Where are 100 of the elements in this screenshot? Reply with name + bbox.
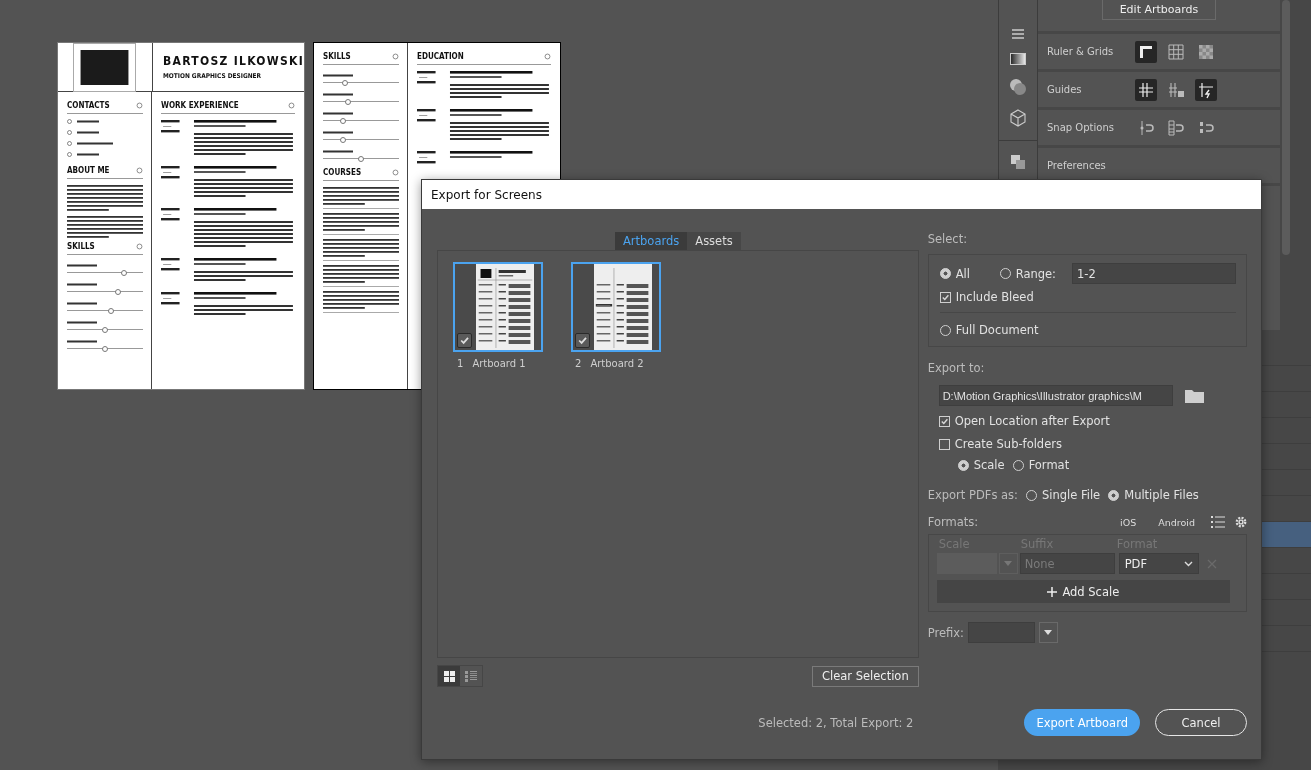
- add-scale-button[interactable]: Add Scale: [936, 580, 1230, 603]
- chevron-icon: [1183, 560, 1193, 567]
- radio-label[interactable]: All: [955, 266, 970, 281]
- radio-label[interactable]: Range:: [1015, 266, 1056, 281]
- contact-icon: [67, 141, 72, 146]
- ruler-toggle[interactable]: [1135, 40, 1157, 63]
- edit-artboards-button[interactable]: Edit Artboards: [1102, 0, 1216, 20]
- artboard-name[interactable]: Artboard 2: [590, 358, 644, 369]
- radio-label[interactable]: Single File: [1041, 488, 1101, 502]
- settings-icon[interactable]: [1235, 516, 1247, 528]
- select-label: Select:: [927, 232, 969, 246]
- checkbox[interactable]: [457, 333, 472, 348]
- artboard-number: 1: [457, 358, 464, 369]
- skill-name-drawing: [323, 131, 353, 134]
- radio-label[interactable]: Full Document: [955, 323, 1039, 337]
- prefix-label: Prefix:: [927, 625, 964, 640]
- smart-guides-toggle[interactable]: [1195, 78, 1217, 101]
- radio-button[interactable]: [1108, 489, 1120, 501]
- checkmark-icon: [940, 292, 950, 302]
- artboard-name[interactable]: Artboard 1: [472, 358, 526, 369]
- panel-section-label[interactable]: Ruler & Grids: [1047, 46, 1135, 57]
- checkbox-label[interactable]: Open Location after Export: [954, 414, 1110, 428]
- cube-icon[interactable]: [1010, 109, 1026, 127]
- caret-icon: [1004, 561, 1013, 566]
- radio-button[interactable]: [957, 459, 969, 471]
- clear-selection-button[interactable]: Clear Selection: [811, 665, 919, 687]
- contact-icon: [67, 130, 72, 135]
- section-heading: EDUCATION: [417, 52, 464, 61]
- skill-name-drawing: [67, 302, 97, 305]
- checkbox[interactable]: [575, 333, 590, 348]
- section-icon: [136, 102, 143, 109]
- skill-name-drawing: [67, 283, 97, 286]
- skill-name-drawing: [323, 150, 353, 153]
- section-heading: COURSES: [323, 168, 362, 177]
- guides-toggle[interactable]: [1135, 78, 1157, 101]
- section-icon: [392, 169, 399, 176]
- checkmark-icon: [577, 335, 588, 346]
- grid-icon: [443, 670, 455, 682]
- skill-name-drawing: [323, 112, 353, 115]
- overlapping-circles-icon[interactable]: [1009, 78, 1027, 96]
- formats-label: Formats:: [927, 515, 979, 529]
- gradient-icon[interactable]: [1010, 53, 1026, 65]
- dialog-title: Export for Screens: [431, 187, 542, 202]
- section-icon: [288, 102, 295, 109]
- section-heading: ABOUT ME: [67, 166, 110, 175]
- panel-section-label[interactable]: Snap Options: [1047, 122, 1135, 133]
- caret-icon: [1044, 630, 1053, 635]
- skill-name-drawing: [67, 321, 97, 324]
- section-heading: SKILLS: [323, 52, 351, 61]
- panel-section-label[interactable]: Guides: [1047, 84, 1135, 95]
- radio-label[interactable]: Multiple Files: [1124, 488, 1199, 502]
- contact-text-drawing: [77, 142, 113, 145]
- tab[interactable]: Assets: [687, 232, 741, 250]
- preset-button[interactable]: Android: [1152, 516, 1201, 528]
- preset-button[interactable]: iOS: [1114, 516, 1143, 528]
- skill-name-drawing: [323, 74, 353, 77]
- list-icon[interactable]: [1211, 516, 1225, 528]
- lock-guides-icon: [1167, 80, 1185, 99]
- contact-icon: [67, 119, 72, 124]
- checkmark-icon: [939, 416, 949, 426]
- contact-icon: [67, 152, 72, 157]
- radio-button[interactable]: [939, 268, 951, 279]
- section-icon: [392, 53, 399, 60]
- layers-icon[interactable]: [1010, 154, 1026, 170]
- grid-view-button[interactable]: [438, 666, 460, 686]
- section-icon: [136, 167, 143, 174]
- range-field[interactable]: 1-2: [1072, 263, 1236, 284]
- section-heading: WORK EXPERIENCE: [161, 101, 239, 110]
- skill-name-drawing: [323, 93, 353, 96]
- grid-icon: [1167, 42, 1185, 61]
- export-status-text: Selected: 2, Total Export: 2: [758, 715, 914, 730]
- resume-name: BARTOSZ ILKOWSKI: [163, 54, 304, 68]
- prefix-dropdown-button[interactable]: [1038, 622, 1058, 643]
- tab[interactable]: Artboards: [614, 232, 688, 250]
- folder-icon[interactable]: [1184, 388, 1204, 403]
- export-pdfs-label: Export PDFs as:: [927, 488, 1018, 502]
- section-heading: CONTACTS: [67, 101, 110, 110]
- radio-label[interactable]: Format: [1028, 458, 1070, 472]
- artboard-number: 2: [575, 358, 582, 369]
- export-path-field[interactable]: D:\Motion Graphics\Illustrator graphics\M: [938, 385, 1173, 406]
- artboard-thumbnail[interactable]: [453, 262, 543, 352]
- contact-text-drawing: [77, 120, 99, 123]
- checkbox-label[interactable]: Create Sub-folders: [954, 437, 1062, 451]
- transparency-grid-icon: [1197, 42, 1215, 61]
- contact-text-drawing: [77, 153, 99, 156]
- checkmark-icon: [459, 335, 470, 346]
- section-icon: [136, 243, 143, 250]
- section-heading: SKILLS: [67, 242, 95, 251]
- format-dropdown[interactable]: PDF: [1118, 553, 1199, 574]
- plus-icon: [1047, 586, 1058, 597]
- smart-guides-icon: [1197, 80, 1215, 99]
- section-icon: [544, 53, 551, 60]
- contact-text-drawing: [77, 131, 99, 134]
- checkbox-label[interactable]: Include Bleed: [955, 290, 1034, 304]
- artboard-thumbnail[interactable]: [571, 262, 661, 352]
- panel-section-label[interactable]: Preferences: [1047, 160, 1135, 171]
- export-to-label: Export to:: [927, 361, 986, 375]
- radio-label[interactable]: Scale: [973, 458, 1005, 472]
- guides-icon: [1137, 80, 1155, 99]
- menu-icon[interactable]: [1011, 28, 1025, 40]
